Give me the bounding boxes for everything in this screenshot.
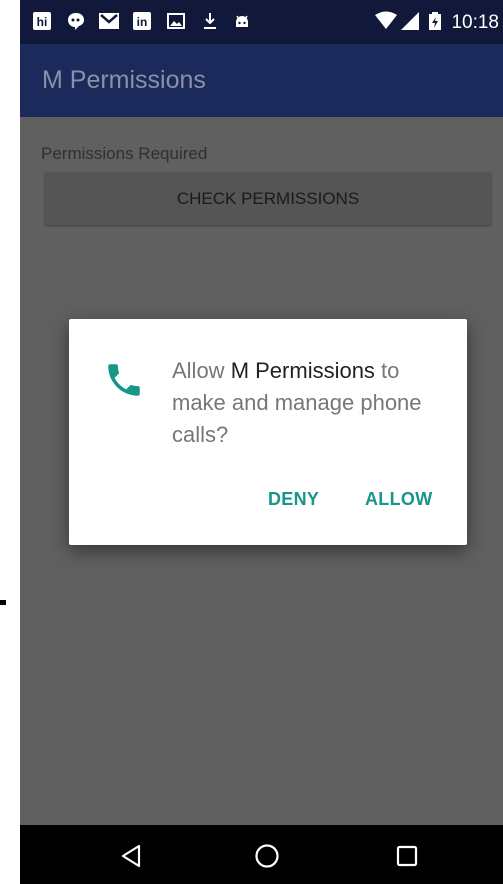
hangouts-icon: hi	[32, 11, 52, 31]
gmail-icon	[98, 11, 120, 31]
allow-button[interactable]: ALLOW	[365, 489, 432, 510]
check-permissions-button[interactable]: CHECK PERMISSIONS	[45, 172, 491, 225]
download-icon	[202, 11, 218, 31]
wifi-icon	[374, 11, 398, 31]
permission-dialog: Allow M Permissions to make and manage p…	[69, 319, 467, 545]
signal-icon	[400, 11, 420, 31]
dialog-app-name: M Permissions	[230, 358, 375, 383]
phone-icon	[103, 359, 145, 401]
edge-mark	[0, 600, 6, 605]
image-icon	[167, 11, 185, 31]
recents-icon[interactable]	[392, 841, 422, 871]
app-title: M Permissions	[42, 66, 206, 94]
svg-text:hi: hi	[37, 15, 48, 29]
android-icon	[233, 11, 251, 31]
phone-screen: hi in 10:18 M Permissions Permissions Re…	[20, 0, 503, 884]
linkedin-icon: in	[132, 11, 152, 31]
navigation-bar	[20, 825, 503, 884]
deny-button[interactable]: DENY	[268, 489, 319, 510]
status-time: 10:18	[451, 12, 499, 33]
back-icon[interactable]	[117, 841, 147, 871]
permissions-required-label: Permissions Required	[41, 144, 208, 163]
messenger-icon	[66, 11, 86, 31]
battery-icon	[428, 11, 442, 31]
status-bar: hi in 10:18	[20, 0, 503, 44]
app-bar: M Permissions	[20, 44, 503, 117]
dialog-message-prefix: Allow	[172, 358, 231, 383]
dialog-message: Allow M Permissions to make and manage p…	[172, 355, 442, 451]
svg-text:in: in	[137, 15, 148, 29]
home-icon[interactable]	[252, 841, 282, 871]
